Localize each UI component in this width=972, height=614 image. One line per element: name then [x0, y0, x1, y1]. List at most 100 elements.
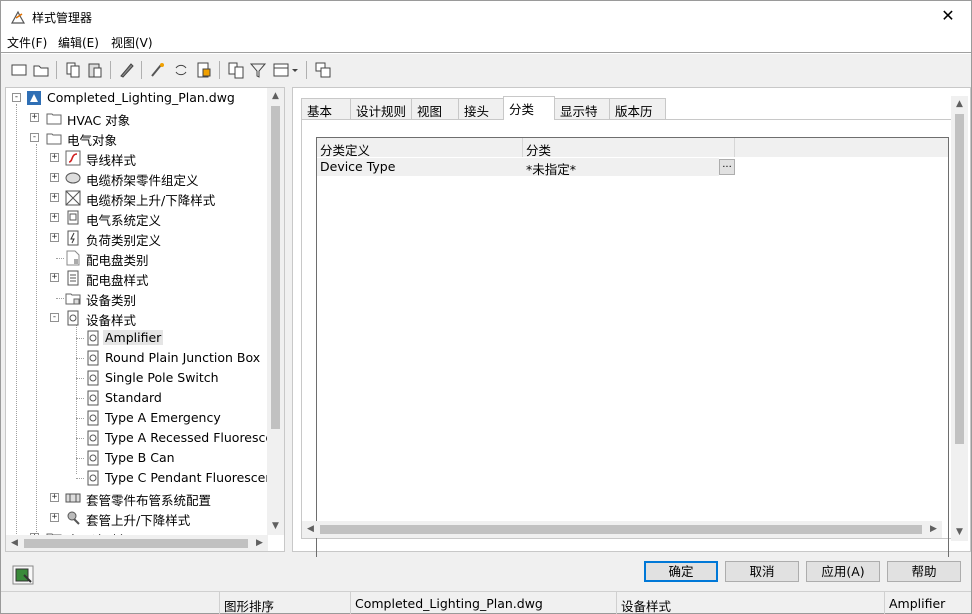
status-bar: 图形排序 Completed_Lighting_Plan.dwg 设备样式 Am…: [1, 591, 971, 614]
tree-horizontal-scrollbar[interactable]: ◀ ▶: [6, 535, 268, 551]
tab-basic[interactable]: 基本: [301, 98, 351, 119]
new-icon[interactable]: [9, 60, 29, 80]
close-button[interactable]: ✕: [925, 1, 971, 32]
conduit-fitting-icon: [65, 493, 81, 503]
copy-icon[interactable]: [63, 60, 83, 80]
tree-leaf[interactable]: Type B Can: [6, 448, 270, 468]
panel-splitter[interactable]: [287, 87, 291, 552]
collapse-icon[interactable]: -: [50, 313, 59, 322]
edit-icon[interactable]: [117, 60, 137, 80]
toolbar-separator: [110, 61, 111, 79]
scroll-thumb[interactable]: [320, 525, 922, 534]
toolbar-separator: [56, 61, 57, 79]
scroll-thumb[interactable]: [24, 539, 248, 548]
classification-grid: 分类定义 分类 Device Type *未指定* ...: [316, 137, 949, 557]
help-button[interactable]: 帮助: [887, 561, 961, 582]
tree-node[interactable]: - 电气对象: [6, 128, 270, 148]
classification-value-cell[interactable]: *未指定*: [523, 158, 719, 177]
menu-file[interactable]: 文件(F): [7, 34, 47, 51]
expand-icon[interactable]: +: [50, 233, 59, 242]
tree-leaf[interactable]: Round Plain Junction Box: [6, 348, 270, 368]
tree-node[interactable]: 设备类别: [6, 288, 270, 308]
expand-icon[interactable]: +: [50, 273, 59, 282]
open-icon[interactable]: [31, 60, 51, 80]
tree-node[interactable]: + 电缆桥架上升/下降样式: [6, 188, 270, 208]
scroll-right-icon[interactable]: ▶: [251, 535, 268, 551]
expand-icon[interactable]: +: [50, 213, 59, 222]
filter-icon[interactable]: [248, 60, 268, 80]
tab-viewing[interactable]: 视图: [411, 98, 459, 119]
apply-button[interactable]: 应用(A): [806, 561, 880, 582]
tree-node[interactable]: + 电缆桥架零件组定义: [6, 168, 270, 188]
expand-icon[interactable]: +: [50, 493, 59, 502]
ok-button[interactable]: 确定: [644, 561, 718, 582]
purge-icon[interactable]: [148, 60, 168, 80]
style-manager-window: 样式管理器 ✕ 文件(F) 编辑(E) 视图(V) - Completed_Li…: [0, 0, 972, 614]
tree-guide: [76, 438, 84, 439]
cancel-button[interactable]: 取消: [725, 561, 799, 582]
collapse-icon[interactable]: -: [12, 93, 21, 102]
tree-leaf[interactable]: Amplifier: [6, 328, 270, 348]
device-style-icon: [87, 390, 99, 406]
tree-root[interactable]: - Completed_Lighting_Plan.dwg: [6, 88, 270, 108]
grid-horizontal-scrollbar[interactable]: ◀ ▶: [302, 521, 942, 538]
tree-leaf[interactable]: Single Pole Switch: [6, 368, 270, 388]
tab-design-rules[interactable]: 设计规则: [350, 98, 412, 119]
tab-classifications[interactable]: 分类: [503, 96, 555, 120]
tree-node[interactable]: + 套管零件布管系统配置: [6, 488, 270, 508]
collapse-icon[interactable]: -: [30, 133, 39, 142]
style-manager-icon: [10, 10, 26, 24]
style-tree[interactable]: - Completed_Lighting_Plan.dwg + HVAC 对象 …: [5, 87, 285, 552]
scroll-up-icon[interactable]: ▲: [951, 96, 968, 113]
update-icon[interactable]: [194, 60, 214, 80]
expand-icon[interactable]: +: [30, 113, 39, 122]
compare-icon[interactable]: [226, 60, 246, 80]
tree-leaf[interactable]: Standard: [6, 388, 270, 408]
expand-icon[interactable]: +: [50, 173, 59, 182]
status-style: Amplifier: [884, 592, 970, 614]
column-header[interactable]: 分类定义: [317, 138, 523, 158]
expand-icon[interactable]: +: [50, 153, 59, 162]
scroll-thumb[interactable]: [955, 114, 964, 444]
menu-edit[interactable]: 编辑(E): [58, 34, 99, 51]
expand-icon[interactable]: +: [50, 193, 59, 202]
scroll-thumb[interactable]: [271, 106, 280, 429]
scroll-up-icon[interactable]: ▲: [267, 88, 284, 105]
tree-guide: [76, 398, 84, 399]
tree-vertical-scrollbar[interactable]: ▲ ▼: [267, 88, 284, 535]
tree-label: Standard: [105, 390, 162, 405]
scroll-left-icon[interactable]: ◀: [302, 521, 319, 538]
menu-view[interactable]: 视图(V): [111, 34, 153, 51]
tree-node[interactable]: + 导线样式: [6, 148, 270, 168]
scroll-left-icon[interactable]: ◀: [6, 535, 23, 551]
tree-leaf[interactable]: Type A Recessed Fluorescent: [6, 428, 284, 448]
tree-node[interactable]: + HVAC 对象: [6, 108, 270, 128]
tree-guide: [76, 458, 84, 459]
paste-icon[interactable]: [85, 60, 105, 80]
system-definition-icon: [67, 210, 79, 225]
close-icon: ✕: [941, 6, 955, 25]
panel-vertical-scrollbar[interactable]: ▲ ▼: [951, 96, 968, 541]
tab-version-history[interactable]: 版本历史: [609, 98, 666, 138]
tree-leaf[interactable]: Type C Pendant Fluorescent: [6, 468, 278, 488]
sync-icon[interactable]: [171, 60, 191, 80]
browse-classification-button[interactable]: ...: [719, 159, 735, 175]
tree-leaf[interactable]: Type A Emergency: [6, 408, 270, 428]
scroll-down-icon[interactable]: ▼: [951, 524, 968, 541]
scroll-down-icon[interactable]: ▼: [267, 518, 284, 535]
tree-node[interactable]: 配电盘类别: [6, 248, 270, 268]
tree-node[interactable]: + 电气系统定义: [6, 208, 270, 228]
view-icon[interactable]: [271, 60, 301, 80]
tab-display-properties[interactable]: 显示特性: [554, 98, 610, 138]
device-style-icon: [87, 350, 99, 366]
display-icon[interactable]: [313, 60, 333, 80]
tab-connectors[interactable]: 接头: [458, 98, 506, 119]
toggle-view-icon[interactable]: [12, 565, 34, 585]
expand-icon[interactable]: +: [50, 513, 59, 522]
tree-node[interactable]: + 配电盘样式: [6, 268, 270, 288]
tree-node[interactable]: + 套管上升/下降样式: [6, 508, 270, 528]
scroll-right-icon[interactable]: ▶: [925, 521, 942, 538]
column-header[interactable]: 分类: [523, 138, 735, 158]
tree-node[interactable]: + 负荷类别定义: [6, 228, 270, 248]
tree-node[interactable]: - 设备样式: [6, 308, 270, 328]
